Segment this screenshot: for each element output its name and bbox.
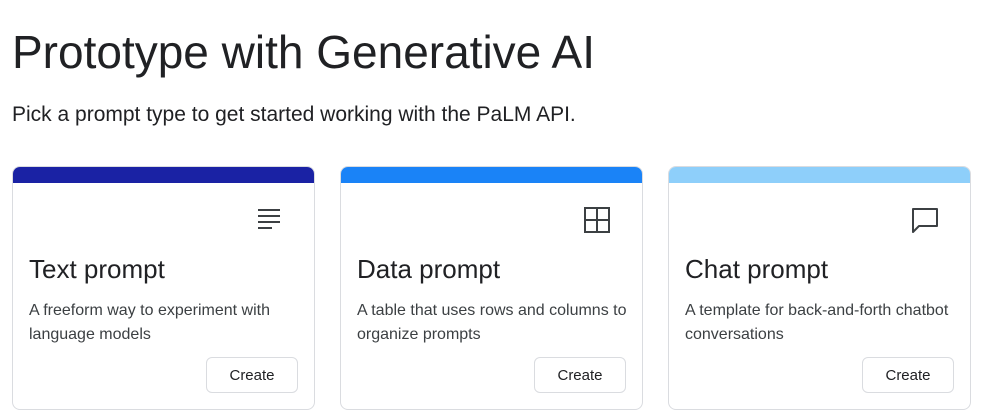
grid-table-icon <box>584 207 610 233</box>
create-data-prompt-button[interactable]: Create <box>534 357 626 393</box>
card-description: A table that uses rows and columns to or… <box>357 302 627 343</box>
card-accent-bar <box>669 167 970 183</box>
card-description: A freeform way to experiment with langua… <box>29 302 270 343</box>
chat-prompt-card[interactable]: Chat prompt A template for back-and-fort… <box>668 166 971 410</box>
card-accent-bar <box>341 167 642 183</box>
create-text-prompt-button[interactable]: Create <box>206 357 298 393</box>
card-description: A template for back-and-forth chatbot co… <box>685 302 949 343</box>
card-title: Data prompt <box>357 254 501 284</box>
card-accent-bar <box>13 167 314 183</box>
create-chat-prompt-button[interactable]: Create <box>862 357 954 393</box>
page-subtitle: Pick a prompt type to get started workin… <box>12 103 576 126</box>
page-title: Prototype with Generative AI <box>12 26 595 78</box>
chat-bubble-icon <box>912 208 938 233</box>
text-prompt-card[interactable]: Text prompt A freeform way to experiment… <box>12 166 315 410</box>
card-title: Text prompt <box>29 254 165 284</box>
card-title: Chat prompt <box>685 254 829 284</box>
data-prompt-card[interactable]: Data prompt A table that uses rows and c… <box>340 166 643 410</box>
text-lines-icon <box>258 209 280 229</box>
